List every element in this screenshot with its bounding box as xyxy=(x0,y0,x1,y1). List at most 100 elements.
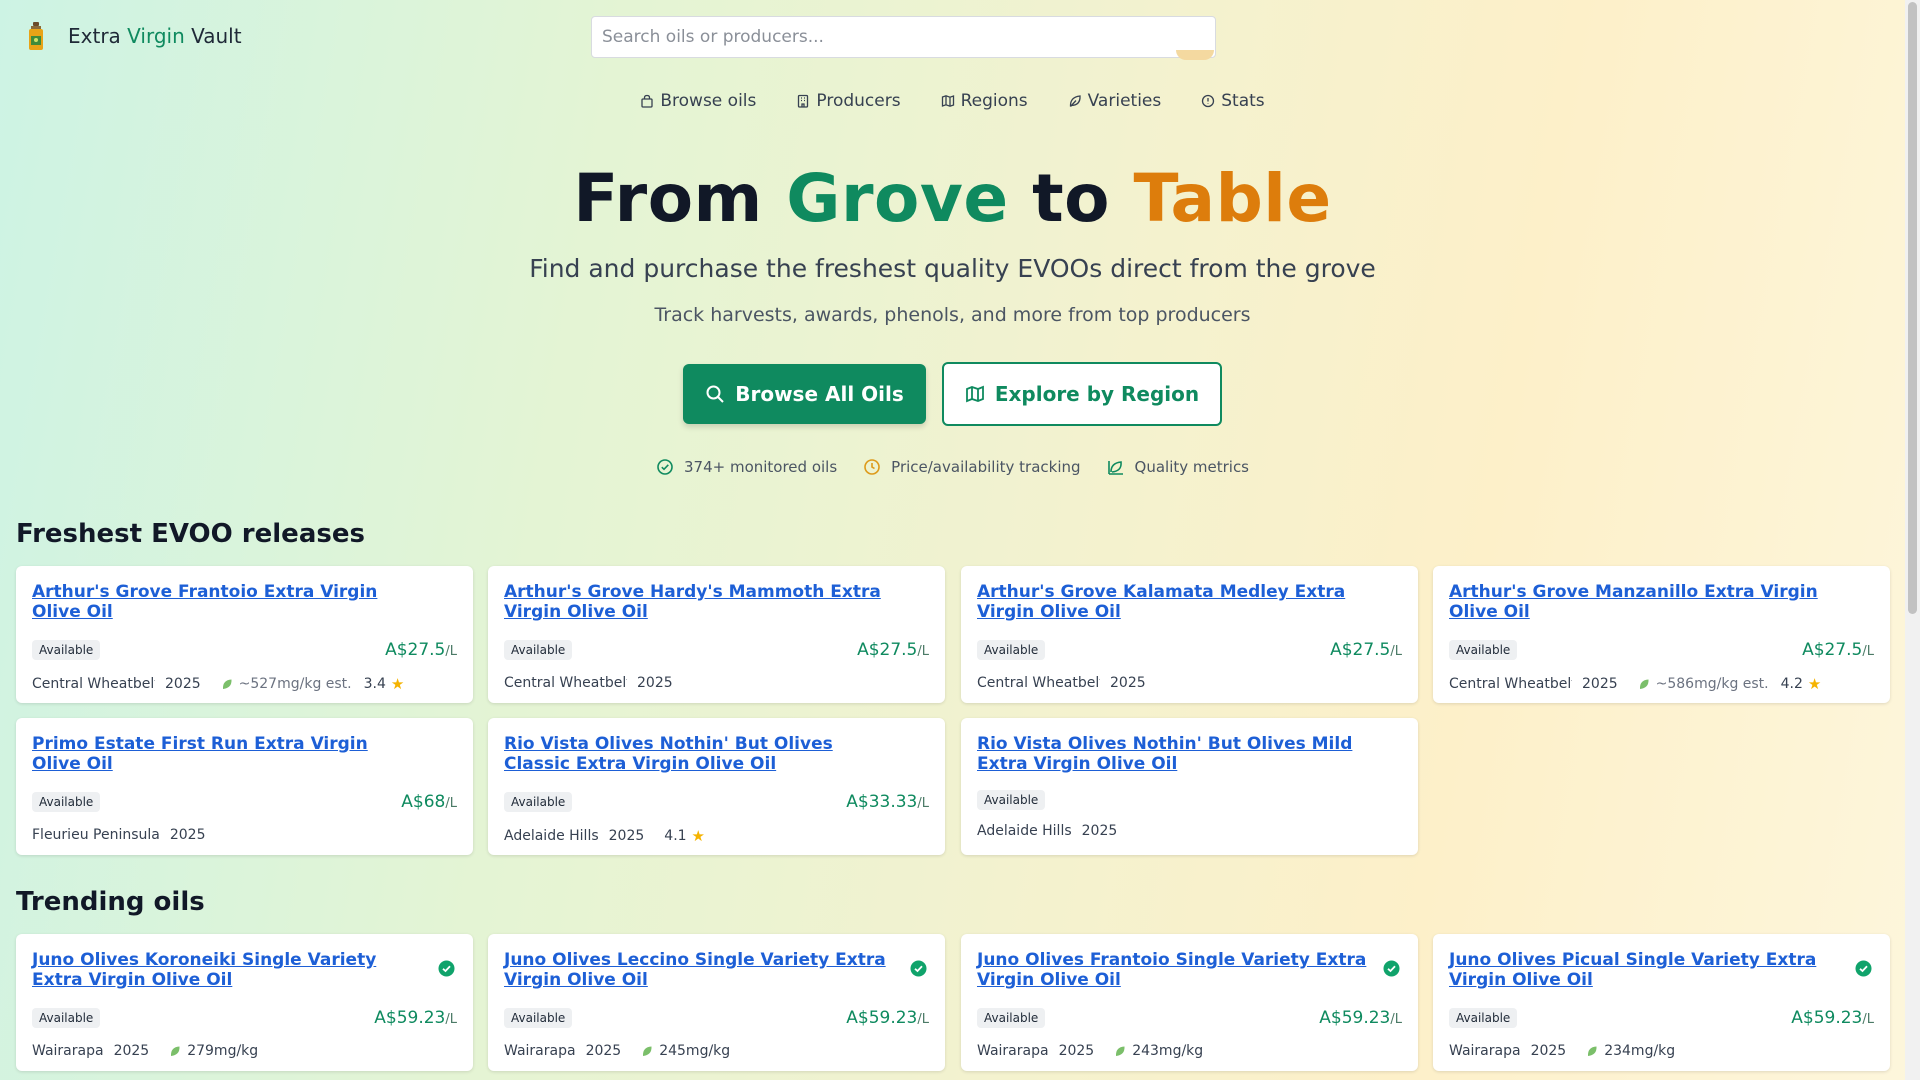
clock-icon xyxy=(864,459,880,475)
search-icon xyxy=(706,385,724,403)
phenol-level: 243mg/kg xyxy=(1114,1043,1203,1059)
feature-monitored: 374+ monitored oils xyxy=(656,458,837,476)
oil-card: Juno Olives Leccino Single Variety Extra… xyxy=(488,934,945,1071)
phenol-level: 279mg/kg xyxy=(169,1043,258,1059)
phenol-level: 234mg/kg xyxy=(1586,1043,1675,1059)
phenol-level: ~586mg/kg est. xyxy=(1638,676,1769,692)
nav-regions[interactable]: Regions xyxy=(941,91,1028,111)
oil-card: Arthur's Grove Hardy's Mammoth Extra Vir… xyxy=(488,566,945,703)
oil-title-link[interactable]: Juno Olives Picual Single Variety Extra … xyxy=(1449,950,1839,990)
status-badge: Available xyxy=(977,790,1046,810)
map-icon xyxy=(941,95,954,107)
verified-icon xyxy=(1855,960,1872,977)
leaf-icon xyxy=(171,1046,180,1056)
oil-title-link[interactable]: Primo Estate First Run Extra Virgin Oliv… xyxy=(32,734,422,774)
oil-card: Primo Estate First Run Extra Virgin Oliv… xyxy=(16,718,473,855)
hero-tagline: Track harvests, awards, phenols, and mor… xyxy=(654,304,1251,326)
check-circle-icon xyxy=(657,459,673,475)
building-icon xyxy=(798,94,809,108)
info-icon xyxy=(1202,94,1215,108)
feature-label: Price/availability tracking xyxy=(891,458,1081,476)
oil-meta: Fleurieu Peninsula 2025 xyxy=(32,827,225,843)
nav-producers[interactable]: Producers xyxy=(796,91,901,111)
hero-subtitle: Find and purchase the freshest quality E… xyxy=(529,254,1376,283)
oil-meta: Adelaide Hills 2025 4.1 ★ xyxy=(504,827,705,845)
nav-label: Stats xyxy=(1221,91,1265,111)
oil-meta: Wairarapa 2025 245mg/kg xyxy=(504,1043,742,1059)
region: Adelaide Hills xyxy=(977,823,1072,839)
oil-title-link[interactable]: Rio Vista Olives Nothin' But Olives Mild… xyxy=(977,734,1367,774)
oil-title-link[interactable]: Arthur's Grove Frantoio Extra Virgin Oli… xyxy=(32,582,422,622)
verified-icon xyxy=(910,960,927,977)
oil-meta: Wairarapa 2025 234mg/kg xyxy=(1449,1043,1687,1059)
region: Wairarapa xyxy=(32,1043,104,1059)
search-input[interactable] xyxy=(591,16,1216,58)
price: A$59.23/L xyxy=(1791,1008,1874,1028)
leaf-icon xyxy=(1639,679,1649,689)
harvest-year: 2025 xyxy=(165,676,201,692)
explore-by-region-button[interactable]: Explore by Region xyxy=(942,362,1222,426)
oil-title-link[interactable]: Arthur's Grove Kalamata Medley Extra Vir… xyxy=(977,582,1367,622)
map-icon xyxy=(965,385,984,403)
price: A$59.23/L xyxy=(374,1008,457,1028)
nav-varieties[interactable]: Varieties xyxy=(1068,91,1162,111)
oil-title-link[interactable]: Rio Vista Olives Nothin' But Olives Clas… xyxy=(504,734,894,774)
status-badge: Available xyxy=(977,640,1046,660)
nav-stats[interactable]: Stats xyxy=(1201,91,1265,111)
oil-title-link[interactable]: Arthur's Grove Hardy's Mammoth Extra Vir… xyxy=(504,582,894,622)
oil-meta: Central Wheatbelt 2025 ~527mg/kg est. 3.… xyxy=(32,675,404,693)
nav-label: Browse oils xyxy=(660,91,757,111)
nav-browse-oils[interactable]: Browse oils xyxy=(640,91,756,111)
region: Fleurieu Peninsula xyxy=(32,827,160,843)
harvest-year: 2025 xyxy=(1582,676,1618,692)
price: A$27.5/L xyxy=(857,640,929,660)
oil-title-link[interactable]: Juno Olives Frantoio Single Variety Extr… xyxy=(977,950,1367,990)
feature-tracking: Price/availability tracking xyxy=(863,458,1081,476)
rating: 4.1 ★ xyxy=(664,827,705,845)
status-badge: Available xyxy=(504,792,573,812)
price: A$27.5/L xyxy=(1802,640,1874,660)
oil-title-link[interactable]: Juno Olives Koroneiki Single Variety Ext… xyxy=(32,950,422,990)
harvest-year: 2025 xyxy=(169,827,206,843)
verified-icon xyxy=(438,960,455,977)
hero-title: From Grove to Table xyxy=(573,160,1332,237)
feature-list: 374+ monitored oils Price/availability t… xyxy=(0,458,1905,476)
star-icon: ★ xyxy=(1807,675,1822,693)
nav-label: Varieties xyxy=(1087,91,1162,111)
verified-icon xyxy=(1383,960,1400,977)
leaf-icon xyxy=(222,679,232,689)
region: Adelaide Hills xyxy=(504,828,599,844)
main-nav: Browse oils Producers Regions Varieties … xyxy=(0,91,1905,111)
status-badge: Available xyxy=(977,1008,1046,1028)
harvest-year: 2025 xyxy=(1081,823,1118,839)
price: A$27.5/L xyxy=(1330,640,1402,660)
oil-title-link[interactable]: Arthur's Grove Manzanillo Extra Virgin O… xyxy=(1449,582,1839,622)
brand-logo[interactable]: Extra Virgin Vault xyxy=(26,22,242,50)
harvest-year: 2025 xyxy=(1058,1043,1095,1059)
bag-icon xyxy=(641,94,654,108)
leaf-icon xyxy=(1588,1046,1597,1056)
status-badge: Available xyxy=(504,640,573,660)
search-decoration xyxy=(1176,50,1214,60)
page-scrollbar[interactable] xyxy=(1905,0,1920,1080)
harvest-year: 2025 xyxy=(608,828,645,844)
oil-card: Juno Olives Frantoio Single Variety Extr… xyxy=(961,934,1418,1071)
brand-name: Extra Virgin Vault xyxy=(68,24,242,48)
leaf-icon xyxy=(1116,1046,1125,1056)
region: Central Wheatbelt xyxy=(504,675,627,691)
feature-quality: Quality metrics xyxy=(1107,458,1249,476)
oil-title-link[interactable]: Juno Olives Leccino Single Variety Extra… xyxy=(504,950,894,990)
star-icon: ★ xyxy=(691,827,705,845)
rating: 4.2 ★ xyxy=(1780,675,1822,693)
scrollbar-thumb[interactable] xyxy=(1908,2,1917,614)
region: Central Wheatbelt xyxy=(1449,676,1572,692)
oil-card: Arthur's Grove Kalamata Medley Extra Vir… xyxy=(961,566,1418,703)
price: A$27.5/L xyxy=(385,640,457,660)
chart-leaf-icon xyxy=(1107,461,1123,475)
status-badge: Available xyxy=(32,640,101,660)
trending-section-title: Trending oils xyxy=(16,887,205,917)
price: A$59.23/L xyxy=(846,1008,929,1028)
region: Wairarapa xyxy=(1449,1043,1521,1059)
oil-meta: Wairarapa 2025 279mg/kg xyxy=(32,1043,270,1059)
browse-all-oils-button[interactable]: Browse All Oils xyxy=(683,364,926,424)
